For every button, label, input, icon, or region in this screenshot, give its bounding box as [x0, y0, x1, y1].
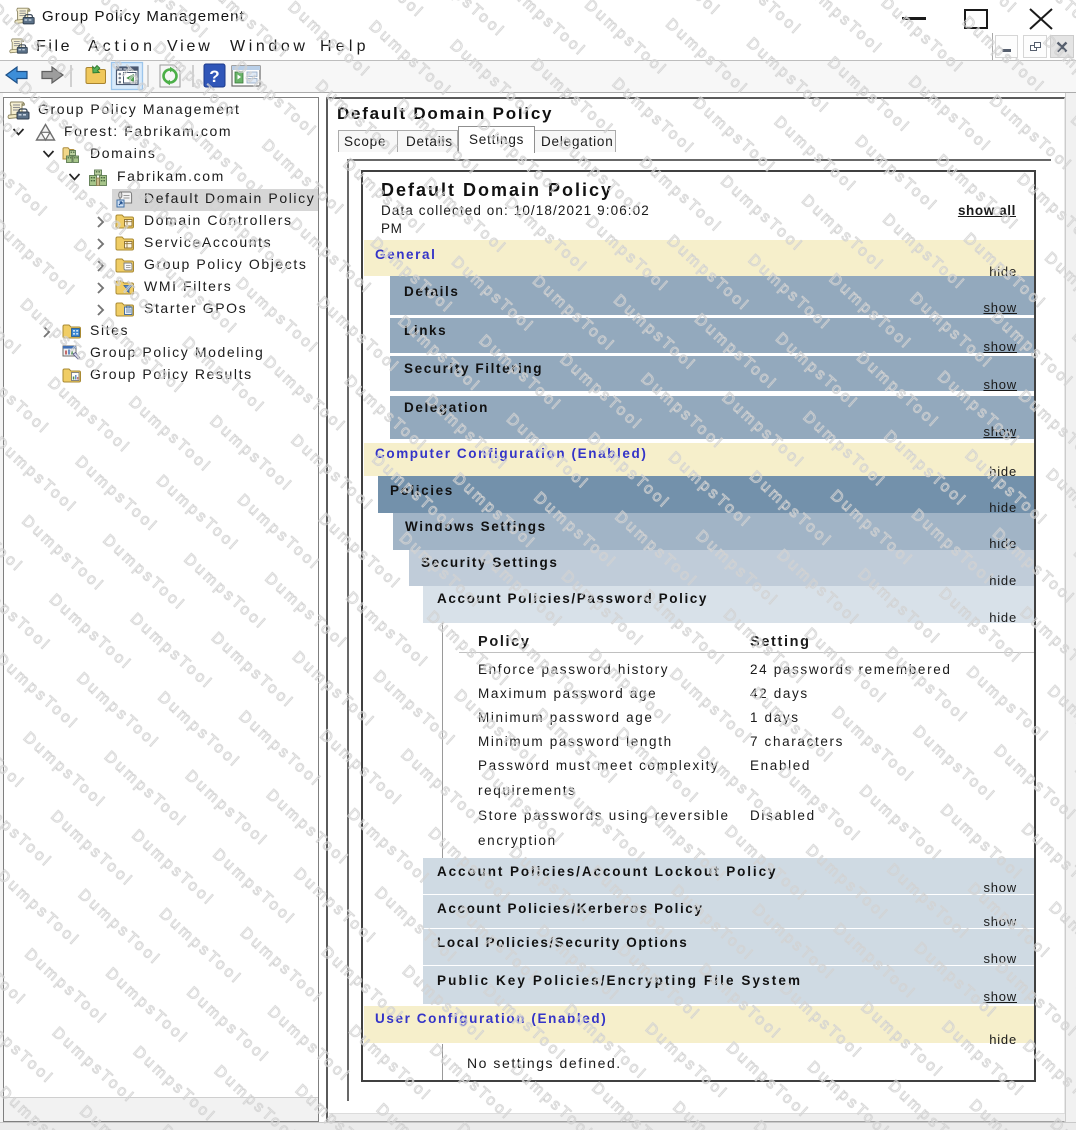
svg-text:?: ?: [209, 67, 219, 86]
